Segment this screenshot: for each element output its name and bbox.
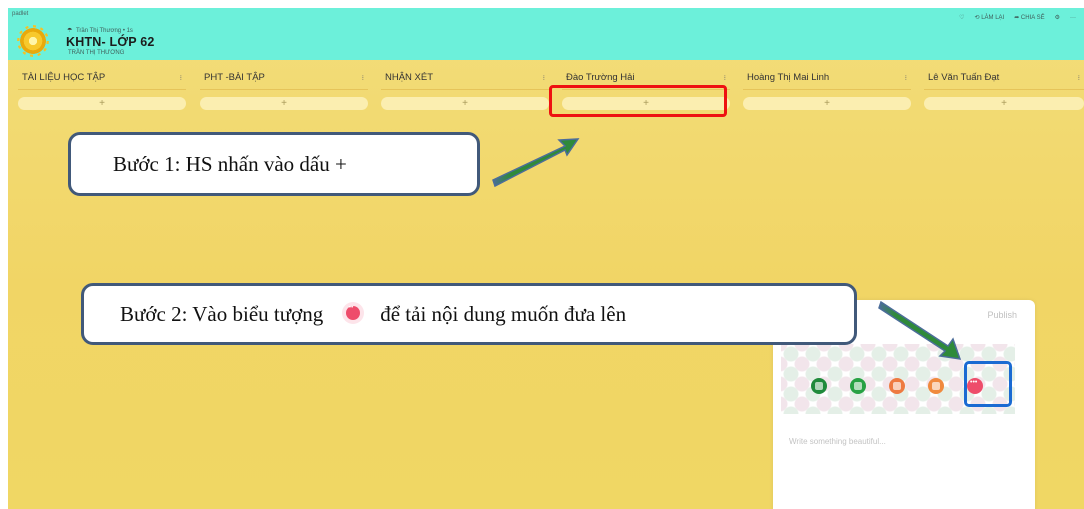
column-header: PHT -BÀI TẬP ⁝ [200, 66, 368, 90]
remake-label: LÀM LẠI [981, 15, 1005, 21]
padlet-board: padlet ☂ Trần Thị Thương • 1s KHTN- LỚP … [8, 8, 1084, 509]
add-post-button[interactable]: + [924, 97, 1084, 110]
highlight-more-icon-box [964, 361, 1012, 407]
share-label: CHIA SẺ [1020, 15, 1045, 21]
column-title[interactable]: TÀI LIỆU HỌC TẬP [22, 72, 105, 83]
instruction-step-2: Bước 2: Vào biểu tượng để tải nội dung m… [81, 283, 857, 345]
more-icon [346, 305, 361, 320]
column-header: TÀI LIỆU HỌC TẬP ⁝ [18, 66, 186, 90]
board-subtitle: TRẦN THỊ THƯƠNG [68, 50, 125, 56]
column-title[interactable]: PHT -BÀI TẬP [204, 72, 265, 83]
hat-icon: ☂ [67, 28, 73, 34]
share-button[interactable]: ➦ CHIA SẺ [1014, 14, 1044, 21]
instruction-step-1: Bước 1: HS nhấn vào dấu + [68, 132, 480, 196]
gear-icon[interactable]: ⚙ [1055, 14, 1060, 21]
column-2: PHT -BÀI TẬP ⁝ + [200, 66, 368, 110]
board-title: KHTN- LỚP 62 [66, 35, 155, 49]
column-header: Hoàng Thị Mai Linh ⁝ [743, 66, 911, 90]
add-post-button[interactable]: + [743, 97, 911, 110]
column-3: NHẬN XÉT ⁝ + [381, 66, 549, 110]
column-header: NHẬN XÉT ⁝ [381, 66, 549, 90]
column-5: Hoàng Thị Mai Linh ⁝ + [743, 66, 911, 110]
column-menu-icon[interactable]: ⁝ [362, 74, 364, 82]
column-menu-icon[interactable]: ⁝ [543, 74, 545, 82]
column-title[interactable]: Đào Trường Hải [566, 72, 635, 83]
add-post-button[interactable]: + [381, 97, 549, 110]
column-menu-icon[interactable]: ⁝ [1078, 74, 1080, 82]
publish-button[interactable]: Publish [987, 310, 1017, 320]
add-post-button[interactable]: + [18, 97, 186, 110]
toolbar-actions: ♡ ⟲ LÀM LẠI ➦ CHIA SẺ ⚙ ··· [959, 14, 1076, 22]
camera-icon[interactable] [811, 378, 827, 394]
heart-icon[interactable]: ♡ [959, 14, 964, 21]
step-2-text-before: Bước 2: Vào biểu tượng [120, 301, 324, 326]
column-1: TÀI LIỆU HỌC TẬP ⁝ + [18, 66, 186, 110]
column-title[interactable]: Lê Văn Tuấn Đạt [928, 72, 999, 83]
column-title[interactable]: NHẬN XÉT [385, 72, 433, 83]
column-6: Lê Văn Tuấn Đạt ⁝ + [924, 66, 1084, 110]
column-title[interactable]: Hoàng Thị Mai Linh [747, 72, 829, 83]
attachment-tools [811, 378, 983, 394]
column-menu-icon[interactable]: ⁝ [905, 74, 907, 82]
more-button[interactable]: ··· [1070, 15, 1076, 21]
step-1-text: Bước 1: HS nhấn vào dấu + [113, 151, 347, 176]
column-menu-icon[interactable]: ⁝ [724, 74, 726, 82]
board-logo-icon [20, 28, 46, 54]
brand-label[interactable]: padlet [12, 11, 28, 17]
column-header: Lê Văn Tuấn Đạt ⁝ [924, 66, 1084, 90]
image-icon[interactable] [850, 378, 866, 394]
highlight-add-button-box [549, 85, 727, 117]
step-2-text-after: để tải nội dung muốn đưa lên [380, 301, 627, 326]
link-icon[interactable] [889, 378, 905, 394]
top-bar: padlet ☂ Trần Thị Thương • 1s KHTN- LỚP … [8, 8, 1084, 60]
add-post-button[interactable]: + [200, 97, 368, 110]
author-time: • 1s [122, 28, 133, 34]
author-name: Trần Thị Thương [75, 28, 122, 34]
remake-button[interactable]: ⟲ LÀM LẠI [975, 14, 1005, 21]
video-icon[interactable] [928, 378, 944, 394]
author-line: ☂ Trần Thị Thương • 1s [67, 27, 133, 34]
column-menu-icon[interactable]: ⁝ [180, 74, 182, 82]
post-body-input[interactable]: Write something beautiful... [789, 437, 886, 446]
